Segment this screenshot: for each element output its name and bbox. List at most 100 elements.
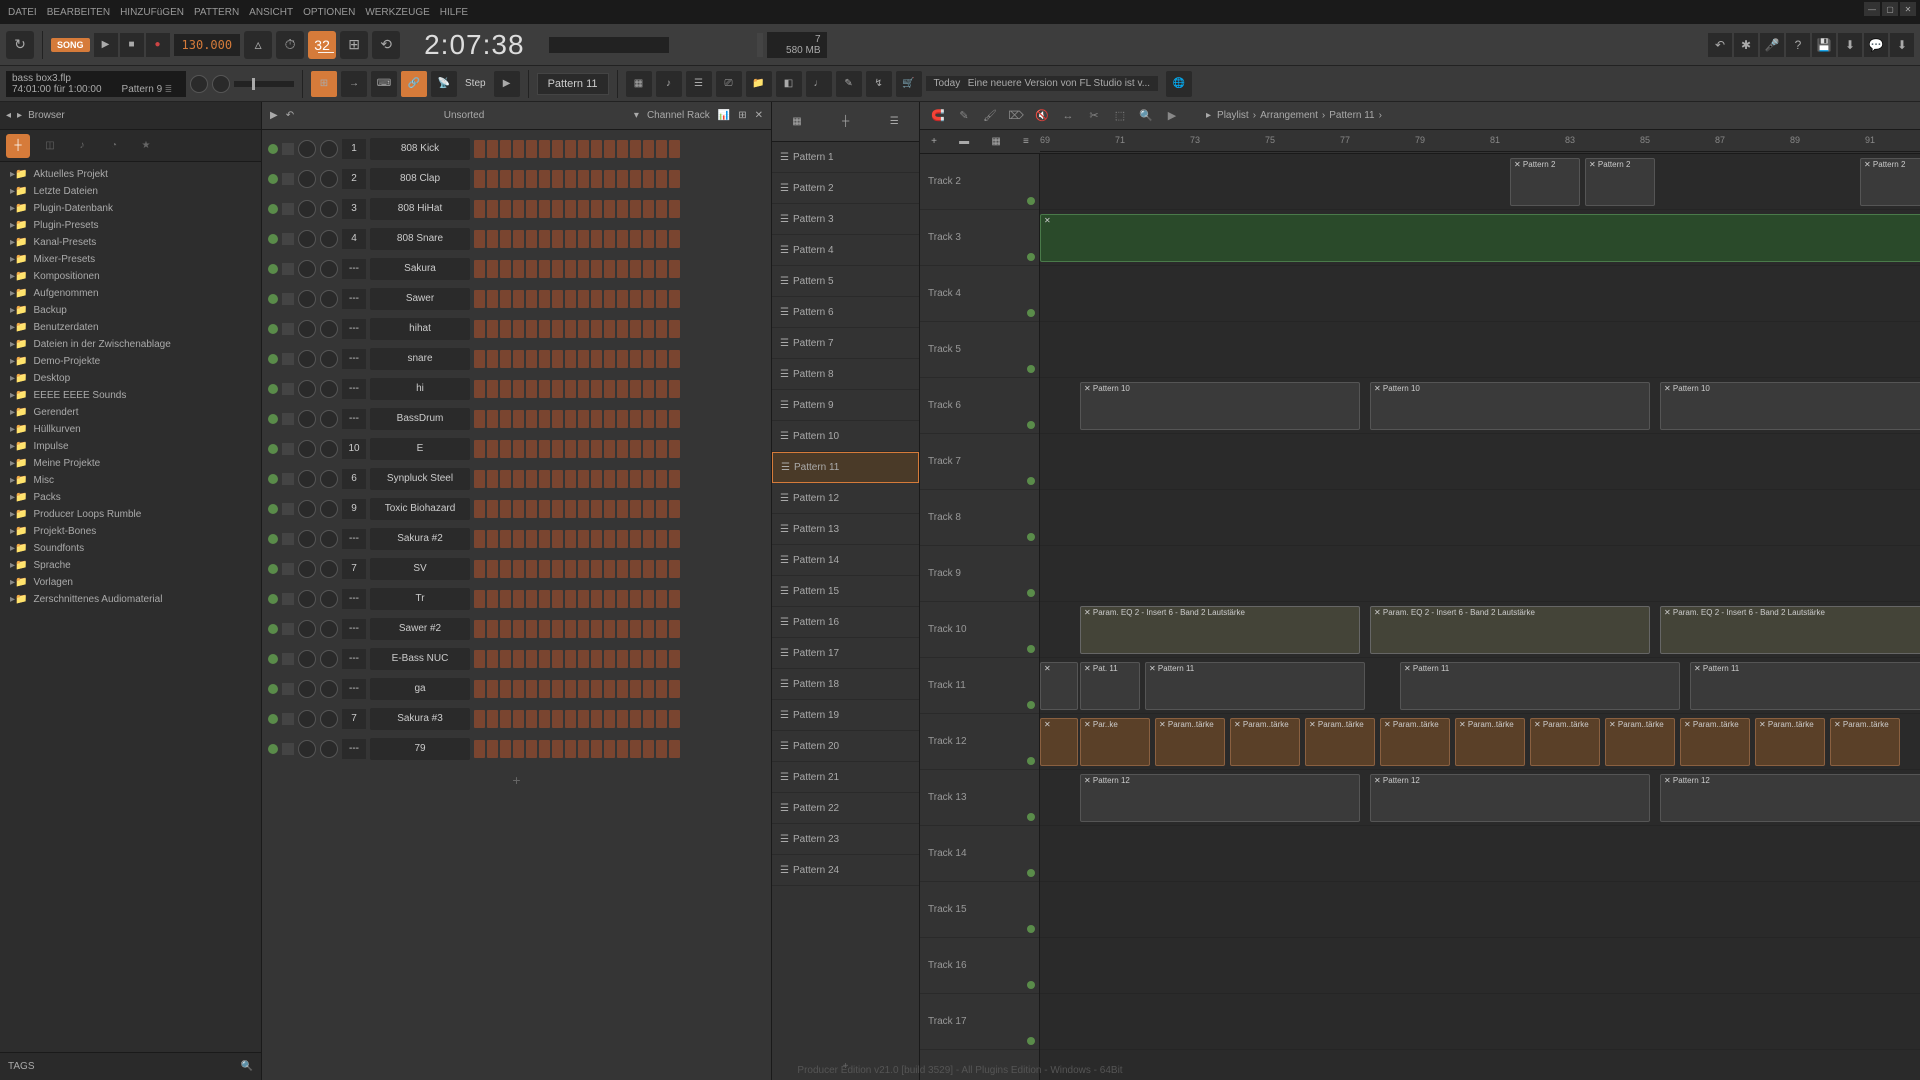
step-button[interactable] <box>513 440 524 458</box>
step-button[interactable] <box>526 260 537 278</box>
step-button[interactable] <box>487 260 498 278</box>
bar-number[interactable]: 75 <box>1265 132 1275 148</box>
step-button[interactable] <box>526 320 537 338</box>
step-button[interactable] <box>617 290 628 308</box>
step-button[interactable] <box>487 650 498 668</box>
step-button[interactable] <box>487 350 498 368</box>
step-button[interactable] <box>474 260 485 278</box>
step-button[interactable] <box>669 710 680 728</box>
step-button[interactable] <box>630 620 641 638</box>
step-button[interactable] <box>526 350 537 368</box>
step-button[interactable] <box>656 350 667 368</box>
channel-mute[interactable] <box>282 203 294 215</box>
step-button[interactable] <box>578 740 589 758</box>
pattern-item[interactable]: ☰Pattern 18 <box>772 669 919 700</box>
step-button[interactable] <box>513 230 524 248</box>
channel-name[interactable]: Sawer <box>370 288 470 310</box>
track-mute[interactable] <box>1027 981 1035 989</box>
pl-pencil-icon[interactable]: ✎ <box>954 106 974 126</box>
channel-pan-knob[interactable] <box>298 470 316 488</box>
countdown-icon[interactable]: 3̲2̲ <box>308 31 336 59</box>
channel-vol-knob[interactable] <box>320 410 338 428</box>
step-button[interactable] <box>669 530 680 548</box>
pattern-item[interactable]: ☰Pattern 11 <box>772 452 919 483</box>
step-button[interactable] <box>643 170 654 188</box>
step-button[interactable] <box>552 290 563 308</box>
channel-vol-knob[interactable] <box>320 440 338 458</box>
step-button[interactable] <box>474 200 485 218</box>
pl-brush-icon[interactable]: 🖌 <box>980 106 1000 126</box>
step-button[interactable] <box>539 380 550 398</box>
step-button[interactable] <box>500 680 511 698</box>
step-button[interactable] <box>487 170 498 188</box>
step-button[interactable] <box>656 500 667 518</box>
step-button[interactable] <box>604 560 615 578</box>
pp-menu-icon[interactable]: ☰ <box>890 116 899 127</box>
step-button[interactable] <box>513 710 524 728</box>
channel-mute[interactable] <box>282 353 294 365</box>
channel-light[interactable] <box>268 204 278 214</box>
channel-pan-knob[interactable] <box>298 680 316 698</box>
step-button[interactable] <box>565 650 576 668</box>
step-button[interactable] <box>630 290 641 308</box>
channel-number[interactable]: --- <box>342 529 366 549</box>
step-button[interactable] <box>643 440 654 458</box>
step-button[interactable] <box>513 680 524 698</box>
step-button[interactable] <box>487 680 498 698</box>
song-mode-button[interactable]: SONG <box>51 38 90 52</box>
pl-view2-icon[interactable]: ▦ <box>991 136 1000 147</box>
channel-number[interactable]: 7 <box>342 559 366 579</box>
step-button[interactable] <box>669 260 680 278</box>
step-button[interactable] <box>487 590 498 608</box>
browser-item[interactable]: ▸📁Aufgenommen <box>0 285 261 302</box>
channel-pan-knob[interactable] <box>298 140 316 158</box>
pl-delete-icon[interactable]: ⌦ <box>1006 106 1026 126</box>
step-button[interactable] <box>552 350 563 368</box>
channel-light[interactable] <box>268 474 278 484</box>
channel-rack-button[interactable]: ☰ <box>686 71 712 97</box>
browser-item[interactable]: ▸📁Aktuelles Projekt <box>0 166 261 183</box>
playlist-lane[interactable]: ✕ ✕ Par..ke✕ Param..tärke✕ Param..tärke✕… <box>1040 714 1920 770</box>
track-mute[interactable] <box>1027 309 1035 317</box>
step-button[interactable] <box>604 230 615 248</box>
snap-button[interactable]: ⊞ <box>311 71 337 97</box>
step-button[interactable] <box>669 590 680 608</box>
step-button[interactable] <box>474 740 485 758</box>
step-button[interactable] <box>500 740 511 758</box>
step-button[interactable] <box>656 440 667 458</box>
step-button[interactable] <box>539 350 550 368</box>
channel-name[interactable]: 808 Snare <box>370 228 470 250</box>
step-button[interactable] <box>617 710 628 728</box>
clip[interactable]: ✕ <box>1040 662 1078 710</box>
track-header[interactable]: Track 9 <box>920 546 1039 602</box>
step-button[interactable] <box>500 590 511 608</box>
channel-light[interactable] <box>268 264 278 274</box>
pattern-item[interactable]: ☰Pattern 9 <box>772 390 919 421</box>
step-button[interactable] <box>617 470 628 488</box>
browser-item[interactable]: ▸📁Hüllkurven <box>0 421 261 438</box>
pattern-item[interactable]: ☰Pattern 21 <box>772 762 919 793</box>
step-button[interactable] <box>552 260 563 278</box>
step-button[interactable] <box>617 680 628 698</box>
step-button[interactable] <box>643 650 654 668</box>
browser-item[interactable]: ▸📁Benutzerdaten <box>0 319 261 336</box>
pattern-item[interactable]: ☰Pattern 15 <box>772 576 919 607</box>
track-mute[interactable] <box>1027 477 1035 485</box>
channel-vol-knob[interactable] <box>320 170 338 188</box>
channel-light[interactable] <box>268 534 278 544</box>
channel-number[interactable]: 10 <box>342 439 366 459</box>
play-button[interactable]: ▶ <box>94 33 118 57</box>
wait-icon[interactable]: ⏱ <box>276 31 304 59</box>
clip[interactable]: ✕ Param. EQ 2 - Insert 6 - Band 2 Lautst… <box>1080 606 1360 654</box>
channel-mute[interactable] <box>282 593 294 605</box>
step-button[interactable] <box>669 410 680 428</box>
clip[interactable]: ✕ Param..tärke <box>1155 718 1225 766</box>
channel-mute[interactable] <box>282 563 294 575</box>
step-button[interactable] <box>474 710 485 728</box>
channel-pan-knob[interactable] <box>298 440 316 458</box>
channel-mute[interactable] <box>282 383 294 395</box>
step-button[interactable] <box>643 320 654 338</box>
step-button[interactable] <box>565 290 576 308</box>
step-button[interactable] <box>474 290 485 308</box>
pattern-item[interactable]: ☰Pattern 16 <box>772 607 919 638</box>
